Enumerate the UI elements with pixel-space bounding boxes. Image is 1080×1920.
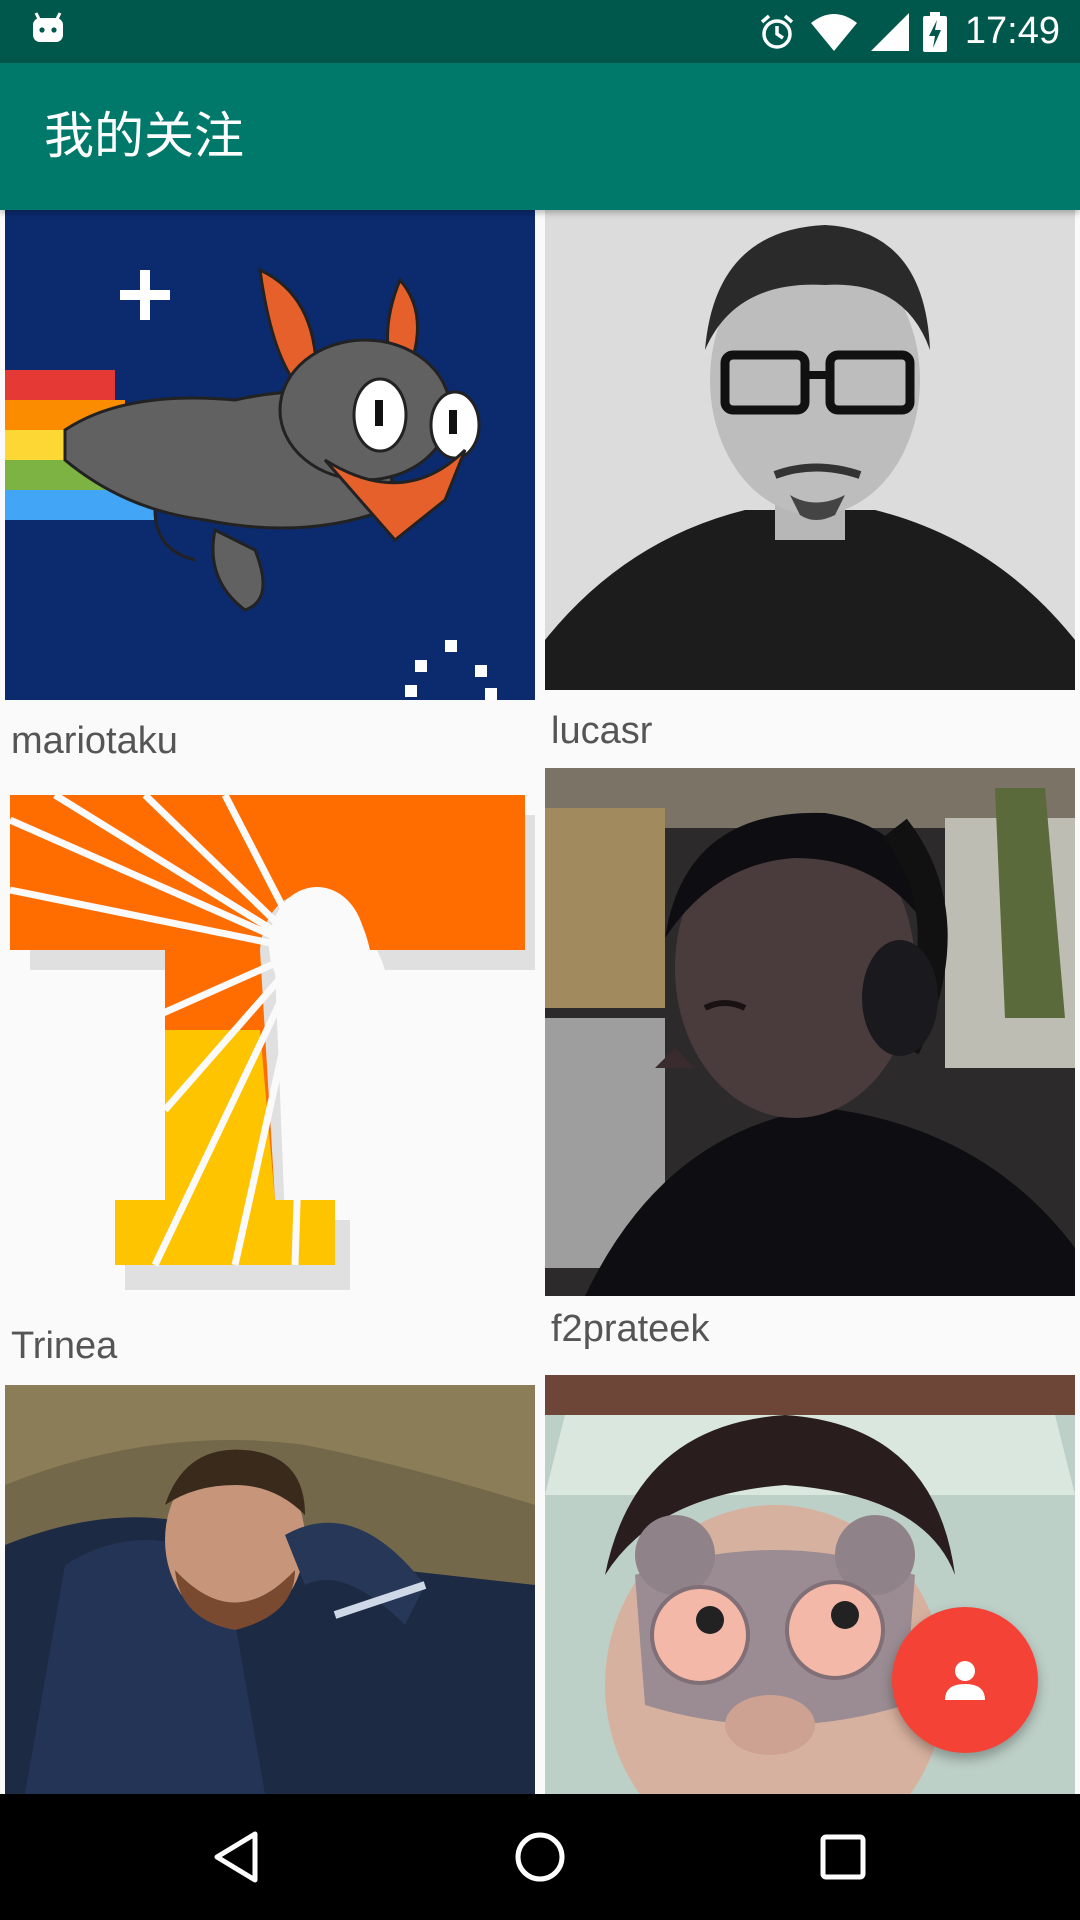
recents-icon bbox=[820, 1834, 866, 1880]
back-button[interactable] bbox=[173, 1794, 299, 1920]
user-avatar[interactable] bbox=[545, 768, 1075, 1296]
person-icon bbox=[945, 1661, 985, 1700]
user-avatar[interactable] bbox=[5, 210, 535, 700]
battery-charging-icon bbox=[922, 11, 947, 52]
follow-fab-button[interactable] bbox=[892, 1607, 1038, 1753]
home-icon bbox=[515, 1832, 565, 1882]
app-bar: 我的关注 bbox=[0, 63, 1080, 210]
back-icon bbox=[214, 1831, 258, 1883]
wifi-icon bbox=[810, 13, 857, 51]
navigation-bar bbox=[0, 1794, 1080, 1920]
status-time: 17:49 bbox=[964, 10, 1060, 52]
user-card[interactable]: Trinea bbox=[5, 780, 535, 1367]
user-card[interactable] bbox=[5, 1385, 535, 1794]
android-icon bbox=[33, 12, 63, 42]
username-label: f2prateek bbox=[551, 1308, 710, 1350]
username-label: lucasr bbox=[551, 710, 653, 752]
signal-icon bbox=[870, 12, 909, 51]
user-card[interactable]: lucasr bbox=[545, 210, 1075, 770]
following-grid[interactable]: mariotaku lucasr Trinea f2prateek bbox=[0, 210, 1080, 1794]
alarm-icon bbox=[760, 14, 794, 49]
user-card[interactable]: mariotaku bbox=[5, 210, 535, 770]
user-avatar[interactable] bbox=[5, 1385, 535, 1794]
user-avatar[interactable] bbox=[545, 210, 1075, 690]
username-label: mariotaku bbox=[11, 720, 178, 762]
recents-button[interactable] bbox=[780, 1794, 906, 1920]
status-bar: 17:49 bbox=[0, 0, 1080, 63]
user-avatar[interactable] bbox=[5, 780, 535, 1300]
home-button[interactable] bbox=[477, 1794, 603, 1920]
user-card[interactable]: f2prateek bbox=[545, 768, 1075, 1350]
username-label: Trinea bbox=[11, 1325, 118, 1367]
page-title: 我的关注 bbox=[44, 107, 244, 165]
